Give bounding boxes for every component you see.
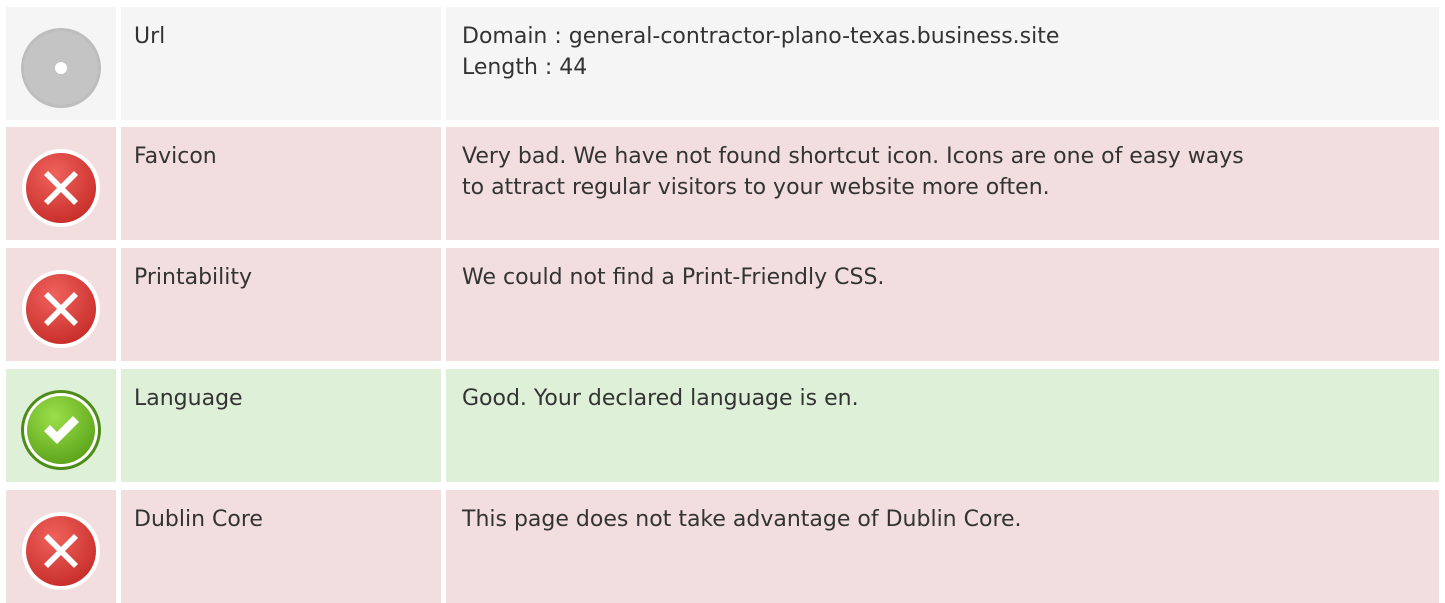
row-value-line: Good. Your declared language is en. bbox=[462, 386, 859, 411]
table-row-dublin-core: Dublin Core This page does not take adva… bbox=[6, 490, 1439, 603]
status-icon-cell bbox=[6, 369, 116, 482]
row-label-cell: Language bbox=[121, 369, 441, 482]
row-label-cell: Printability bbox=[121, 248, 441, 361]
table-row-language: Language Good. Your declared language is… bbox=[6, 369, 1439, 482]
row-value-line: to attract regular visitors to your webs… bbox=[462, 175, 1050, 200]
row-value-line: We could not find a Print-Friendly CSS. bbox=[462, 265, 885, 290]
analysis-table: Url Domain : general-contractor-plano-te… bbox=[0, 0, 1445, 603]
row-value-cell: Domain : general-contractor-plano-texas.… bbox=[446, 7, 1439, 120]
row-label: Favicon bbox=[134, 144, 217, 169]
table-row-printability: Printability We could not find a Print-F… bbox=[6, 248, 1439, 361]
error-x-icon bbox=[20, 268, 102, 350]
error-x-icon bbox=[20, 147, 102, 229]
row-value-cell: This page does not take advantage of Dub… bbox=[446, 490, 1439, 603]
row-value-line: Very bad. We have not found shortcut ico… bbox=[462, 144, 1244, 169]
row-value-cell: Very bad. We have not found shortcut ico… bbox=[446, 127, 1439, 240]
row-value-cell: Good. Your declared language is en. bbox=[446, 369, 1439, 482]
row-value-cell: We could not find a Print-Friendly CSS. bbox=[446, 248, 1439, 361]
status-icon-cell bbox=[6, 127, 116, 240]
table-row-favicon: Favicon Very bad. We have not found shor… bbox=[6, 127, 1439, 240]
row-label: Printability bbox=[134, 265, 253, 290]
row-label: Url bbox=[134, 24, 166, 49]
status-icon-cell bbox=[6, 490, 116, 603]
row-value-line: Domain : general-contractor-plano-texas.… bbox=[462, 24, 1060, 49]
row-label: Dublin Core bbox=[134, 507, 263, 532]
row-value-line: Length : 44 bbox=[462, 55, 588, 80]
row-label-cell: Favicon bbox=[121, 127, 441, 240]
check-circle-icon bbox=[20, 389, 102, 471]
row-value-line: This page does not take advantage of Dub… bbox=[462, 507, 1022, 532]
info-circle-icon bbox=[20, 27, 102, 109]
status-icon-cell bbox=[6, 7, 116, 120]
error-x-icon bbox=[20, 510, 102, 592]
row-label-cell: Url bbox=[121, 7, 441, 120]
row-label-cell: Dublin Core bbox=[121, 490, 441, 603]
table-row-url: Url Domain : general-contractor-plano-te… bbox=[6, 7, 1439, 120]
status-icon-cell bbox=[6, 248, 116, 361]
row-label: Language bbox=[134, 386, 243, 411]
